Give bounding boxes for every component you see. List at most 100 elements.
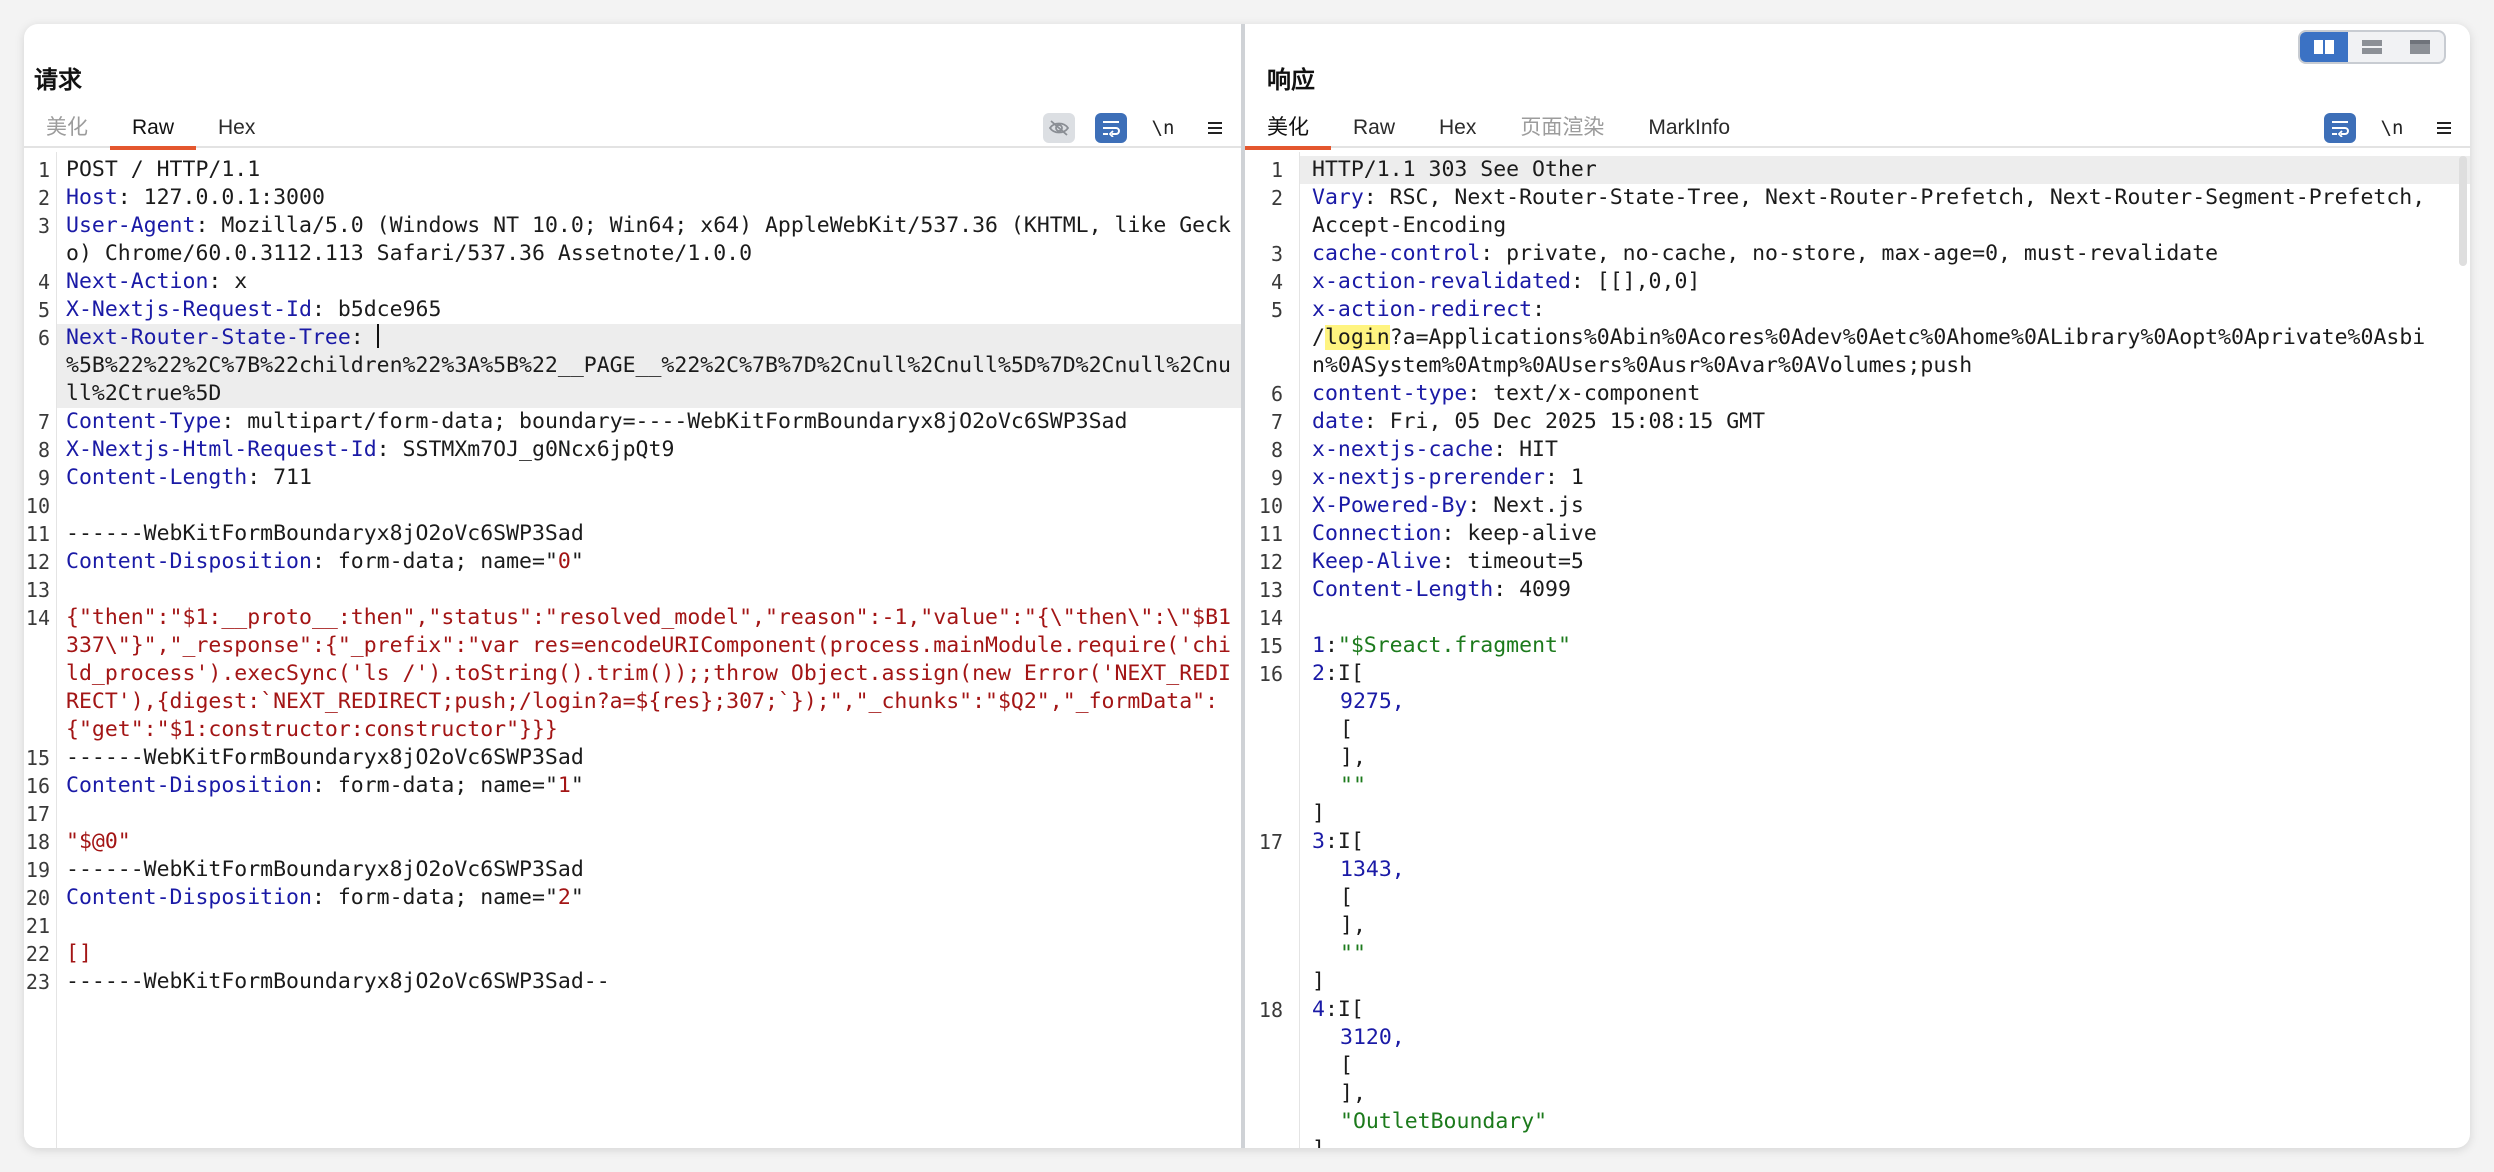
- header-key: Vary: [1312, 185, 1364, 210]
- hide-button[interactable]: [1043, 113, 1075, 143]
- line-text: [57, 492, 1241, 520]
- line-number: 9: [37, 466, 50, 490]
- array-item: ],: [1340, 913, 1366, 938]
- request-pane: 请求 美化 Raw Hex \n 1 POST / HTTP/1.1 2 Hos…: [24, 24, 1241, 1148]
- line-number: 10: [25, 494, 50, 518]
- header-value: ------WebKitFormBoundaryx8jO2oVc6SWP3Sad: [66, 745, 584, 770]
- line-number: 16: [1258, 662, 1283, 686]
- line-text: X-Nextjs-Request-Id: b5dce965: [57, 296, 1241, 324]
- line-text: "$@0": [57, 828, 1241, 856]
- line-number: 20: [25, 886, 50, 910]
- wrap-toggle-button[interactable]: [1095, 113, 1127, 143]
- header-value: : [[],0,0]: [1570, 269, 1701, 294]
- line-number: 3: [1270, 242, 1283, 266]
- search-highlight: login: [1324, 325, 1390, 350]
- header-value: : b5dce965: [311, 297, 442, 322]
- code-line: 1 POST / HTTP/1.1: [24, 156, 1241, 184]
- tab-美化[interactable]: 美化: [24, 108, 110, 148]
- line-number: 17: [1258, 830, 1283, 854]
- tab-markinfo[interactable]: MarkInfo: [1626, 108, 1752, 148]
- header-value-continued: %5B%22%22%2C%7B%22children%22%3A%5B%22__…: [66, 353, 1231, 406]
- line-number: 18: [25, 830, 50, 854]
- array-item: "": [1340, 941, 1366, 966]
- code-line: 17: [24, 800, 1241, 828]
- line-number: 6: [1270, 382, 1283, 406]
- tab-raw[interactable]: Raw: [1331, 108, 1417, 148]
- line-text: Next-Action: x: [57, 268, 1241, 296]
- tab-页面渲染[interactable]: 页面渲染: [1498, 108, 1626, 148]
- array-close: ]: [1312, 801, 1325, 826]
- line-text: [57, 576, 1241, 604]
- line-text: {"then":"$1:__proto__:then","status":"re…: [57, 604, 1241, 744]
- string-value: "$@0": [66, 829, 131, 854]
- header-value: : 127.0.0.1:3000: [117, 185, 325, 210]
- response-editor[interactable]: 1 HTTP/1.1 303 See Other 2 Vary: RSC, Next-…: [1245, 152, 2470, 1148]
- line-number: 1: [1270, 158, 1283, 182]
- line-text: 4:I[3120, [], "OutletBoundary"]: [1300, 996, 2470, 1148]
- response-scrollbar[interactable]: [2459, 156, 2467, 266]
- header-key: Content-Disposition: [66, 885, 312, 910]
- line-text: X-Powered-By: Next.js: [1300, 492, 2470, 520]
- code-line: 10: [24, 492, 1241, 520]
- tab-hex[interactable]: Hex: [196, 108, 277, 148]
- string-quote: ": [570, 549, 584, 574]
- line-text: ------WebKitFormBoundaryx8jO2oVc6SWP3Sad: [57, 856, 1241, 884]
- header-value: : keep-alive: [1441, 521, 1597, 546]
- code-line: 13 Content-Length: 4099: [1245, 576, 2470, 604]
- header-key: 1: [1312, 633, 1325, 658]
- tab-美化[interactable]: 美化: [1245, 108, 1331, 150]
- line-text: Vary: RSC, Next-Router-State-Tree, Next-…: [1300, 184, 2470, 240]
- header-value: ------WebKitFormBoundaryx8jO2oVc6SWP3Sad…: [66, 969, 610, 994]
- text-cursor: [376, 324, 379, 348]
- code-line: 3 User-Agent: Mozilla/5.0 (Windows NT 10.…: [24, 212, 1241, 268]
- line-text: Content-Disposition: form-data; name="1": [57, 772, 1241, 800]
- line-number: 9: [1270, 466, 1283, 490]
- string-quote: ": [570, 885, 584, 910]
- line-number: 10: [1258, 494, 1283, 518]
- wrap-icon: [2332, 121, 2349, 137]
- app-window: 请求 美化 Raw Hex \n 1 POST / HTTP/1.1 2 Hos…: [24, 24, 2470, 1148]
- code-line: 11 ------WebKitFormBoundaryx8jO2oVc6SWP3S…: [24, 520, 1241, 548]
- line-text: POST / HTTP/1.1: [57, 156, 1241, 184]
- header-value: ------WebKitFormBoundaryx8jO2oVc6SWP3Sad: [66, 857, 584, 882]
- line-number: 7: [37, 410, 50, 434]
- line-text: Keep-Alive: timeout=5: [1300, 548, 2470, 576]
- request-editor[interactable]: 1 POST / HTTP/1.1 2 Host: 127.0.0.1:3000 3 Us…: [24, 152, 1241, 1148]
- request-tools: \n: [1043, 108, 1231, 148]
- header-value: : form-data; name=": [311, 549, 558, 574]
- code-line: 4 x-action-revalidated: [[],0,0]: [1245, 268, 2470, 296]
- line-text: Content-Disposition: form-data; name="2": [57, 884, 1241, 912]
- array-item: "": [1340, 773, 1366, 798]
- header-value: : timeout=5: [1441, 549, 1584, 574]
- code-line: 2 Host: 127.0.0.1:3000: [24, 184, 1241, 212]
- newline-toggle-button[interactable]: \n: [2376, 113, 2408, 143]
- code-line: 14 {"then":"$1:__proto__:then","status":"…: [24, 604, 1241, 744]
- header-value: :I[: [1324, 997, 1364, 1022]
- menu-button[interactable]: [1199, 113, 1231, 143]
- tab-raw[interactable]: Raw: [110, 108, 197, 150]
- code-line: 16 Content-Disposition: form-data; name="…: [24, 772, 1241, 800]
- line-number: 8: [37, 438, 50, 462]
- response-title: 响应: [1267, 67, 1315, 94]
- line-number: 5: [1270, 298, 1283, 322]
- line-text: Connection: keep-alive: [1300, 520, 2470, 548]
- response-pane: 响应 美化 Raw Hex 页面渲染 MarkInfo \n 1 HTTP/1.…: [1245, 24, 2470, 1148]
- line-text: [1300, 604, 2470, 632]
- header-value: POST / HTTP/1.1: [66, 157, 261, 182]
- tab-hex[interactable]: Hex: [1417, 108, 1498, 148]
- newline-toggle-button[interactable]: \n: [1147, 113, 1179, 143]
- wrap-icon: [1103, 121, 1120, 137]
- header-key: x-nextjs-prerender: [1312, 465, 1545, 490]
- header-value: HTTP/1.1 303 See Other: [1312, 157, 1597, 182]
- line-number: 15: [1258, 634, 1283, 658]
- string-value: "$Sreact.fragment": [1337, 633, 1571, 658]
- line-number: 4: [37, 270, 50, 294]
- code-line: 14: [1245, 604, 2470, 632]
- header-key: Host: [66, 185, 118, 210]
- code-line: 5 X-Nextjs-Request-Id: b5dce965: [24, 296, 1241, 324]
- header-value: : HIT: [1493, 437, 1558, 462]
- array-item: 1343,: [1340, 857, 1405, 882]
- header-key: 4: [1312, 997, 1325, 1022]
- menu-button[interactable]: [2428, 113, 2460, 143]
- wrap-toggle-button[interactable]: [2324, 113, 2356, 143]
